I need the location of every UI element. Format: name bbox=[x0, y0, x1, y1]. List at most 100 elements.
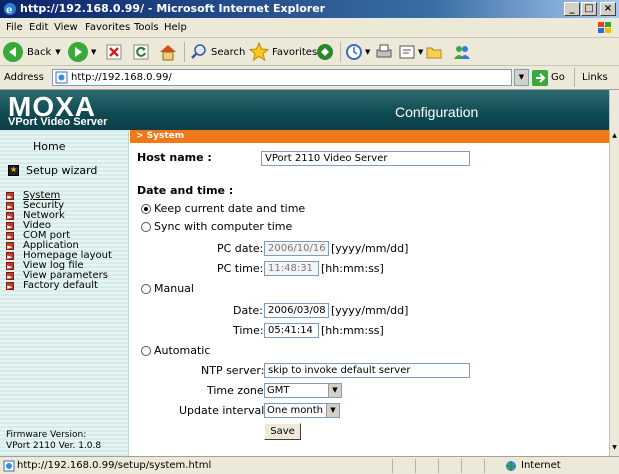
time-label: Time: bbox=[233, 324, 264, 337]
home-icon bbox=[160, 45, 176, 61]
discuss-button[interactable] bbox=[425, 41, 443, 63]
product-name: VPort Video Server bbox=[8, 116, 108, 128]
edit-icon bbox=[399, 45, 415, 59]
edit-dropdown-icon: ▼ bbox=[418, 48, 424, 56]
internet-globe-icon bbox=[506, 461, 516, 471]
menu-help[interactable]: Help bbox=[164, 22, 187, 33]
chevron-down-icon: ▼ bbox=[326, 404, 339, 417]
pc-time-format: [hh:mm:ss] bbox=[321, 262, 384, 275]
pc-date-input[interactable]: 2006/10/16 bbox=[264, 241, 329, 256]
pc-date-label: PC date: bbox=[217, 242, 264, 255]
menu-view[interactable]: View bbox=[54, 22, 78, 33]
media-icon bbox=[317, 44, 333, 60]
sidebar-item-network[interactable]: ► Network bbox=[6, 211, 112, 221]
back-arrow-icon bbox=[3, 42, 23, 62]
go-button[interactable]: Go bbox=[532, 69, 565, 86]
arrow-icon: ► bbox=[6, 262, 14, 271]
menu-file[interactable]: File bbox=[6, 22, 23, 33]
history-icon bbox=[346, 44, 362, 60]
date-format: [yyyy/mm/dd] bbox=[331, 304, 409, 317]
messenger-button[interactable] bbox=[452, 41, 472, 63]
search-icon bbox=[191, 44, 206, 59]
back-button[interactable]: Back ▼ bbox=[3, 41, 61, 63]
window-title-bar: e http://192.168.0.99/ - Microsoft Inter… bbox=[0, 0, 619, 18]
go-label: Go bbox=[551, 72, 565, 83]
save-button[interactable]: Save bbox=[264, 423, 301, 440]
forward-button[interactable]: ▼ bbox=[68, 41, 96, 63]
print-icon bbox=[376, 44, 392, 58]
sidebar: Home Setup wizard ►System ►Security ►Net… bbox=[0, 130, 129, 456]
page-viewport: MOXA VPort Video Server Configuration Ho… bbox=[0, 90, 609, 456]
update-interval-label: Update interval: bbox=[179, 404, 268, 417]
menu-edit[interactable]: Edit bbox=[29, 22, 48, 33]
history-button[interactable]: ▼ bbox=[345, 41, 370, 63]
vertical-scrollbar[interactable]: ▲ ▼ bbox=[609, 90, 619, 456]
sync-computer-label: Sync with computer time bbox=[154, 220, 293, 233]
sidebar-menu: ► System ► Security ► Network ► Video ► COM p… bbox=[6, 191, 112, 291]
section-breadcrumb: > System bbox=[130, 130, 609, 143]
status-bar: http://192.168.0.99/setup/system.html In… bbox=[0, 456, 619, 474]
windows-flag-icon bbox=[598, 22, 611, 33]
back-label: Back bbox=[27, 46, 52, 58]
refresh-icon bbox=[133, 44, 149, 60]
address-dropdown-icon[interactable]: ▼ bbox=[514, 69, 529, 86]
sidebar-home-link[interactable]: Home bbox=[33, 140, 65, 153]
arrow-icon: ► bbox=[6, 202, 14, 211]
menu-favorites[interactable]: Favorites bbox=[85, 22, 130, 33]
pc-date-format: [yyyy/mm/dd] bbox=[331, 242, 409, 255]
arrow-icon: ► bbox=[6, 252, 14, 261]
maximize-button[interactable]: □ bbox=[581, 2, 597, 16]
forward-arrow-icon bbox=[68, 42, 88, 62]
ntp-server-input[interactable]: skip to invoke default server bbox=[264, 363, 470, 378]
scroll-down-icon[interactable]: ▼ bbox=[610, 444, 619, 452]
stop-button[interactable] bbox=[106, 41, 122, 63]
address-input[interactable]: http://192.168.0.99/ bbox=[52, 69, 512, 86]
arrow-icon: ► bbox=[6, 282, 14, 291]
manual-label: Manual bbox=[154, 282, 194, 295]
page-icon bbox=[55, 71, 68, 84]
search-button[interactable]: Search bbox=[190, 41, 245, 63]
time-input[interactable]: 05:41:14 bbox=[264, 323, 319, 338]
minimize-button[interactable]: _ bbox=[564, 2, 580, 16]
history-dropdown-icon: ▼ bbox=[365, 48, 371, 56]
sidebar-item-label: Factory default bbox=[23, 280, 98, 291]
address-bar: Address http://192.168.0.99/ ▼ Go Links bbox=[0, 66, 619, 90]
menu-tools[interactable]: Tools bbox=[134, 22, 159, 33]
keep-date-radio[interactable] bbox=[141, 204, 151, 214]
close-button[interactable]: × bbox=[600, 2, 616, 16]
keep-date-label: Keep current date and time bbox=[154, 202, 306, 215]
time-format: [hh:mm:ss] bbox=[321, 324, 384, 337]
media-button[interactable] bbox=[316, 41, 334, 63]
edit-button[interactable]: ▼ bbox=[398, 41, 423, 63]
print-button[interactable] bbox=[375, 41, 393, 63]
arrow-icon: ► bbox=[6, 192, 14, 201]
ie-logo-icon: e bbox=[4, 3, 16, 16]
favorites-button[interactable]: Favorites bbox=[249, 41, 317, 63]
sidebar-item-factory-default[interactable]: ► Factory default bbox=[6, 281, 112, 291]
star-icon bbox=[249, 42, 269, 62]
scroll-up-icon[interactable]: ▲ bbox=[610, 132, 619, 140]
manual-radio[interactable] bbox=[141, 284, 151, 294]
address-label: Address bbox=[4, 72, 44, 83]
browser-toolbar: Back ▼ ▼ Search Favorites ▼ ▼ bbox=[0, 38, 619, 66]
date-input[interactable]: 2006/03/08 bbox=[264, 303, 329, 318]
arrow-icon: ► bbox=[6, 232, 14, 241]
header-title: Configuration bbox=[395, 104, 479, 120]
address-url: http://192.168.0.99/ bbox=[71, 72, 172, 83]
sidebar-setup-wizard[interactable]: Setup wizard bbox=[8, 164, 97, 177]
chevron-down-icon: ▼ bbox=[328, 384, 341, 397]
firmware-version: VPort 2110 Ver. 1.0.8 bbox=[6, 441, 102, 451]
sync-computer-radio[interactable] bbox=[141, 222, 151, 232]
window-title: http://192.168.0.99/ - Microsoft Interne… bbox=[20, 2, 326, 15]
folder-icon bbox=[426, 47, 442, 59]
update-interval-select[interactable]: One month ▼ bbox=[264, 403, 340, 418]
automatic-radio[interactable] bbox=[141, 346, 151, 356]
links-button[interactable]: Links bbox=[582, 72, 608, 83]
refresh-button[interactable] bbox=[133, 41, 149, 63]
arrow-icon: ► bbox=[6, 242, 14, 251]
home-button[interactable] bbox=[158, 41, 178, 63]
page-status-icon bbox=[3, 460, 15, 472]
pc-time-input[interactable]: 11:48:31 bbox=[264, 261, 319, 276]
time-zone-select[interactable]: GMT ▼ bbox=[264, 383, 342, 398]
host-name-input[interactable]: VPort 2110 Video Server bbox=[261, 151, 470, 166]
